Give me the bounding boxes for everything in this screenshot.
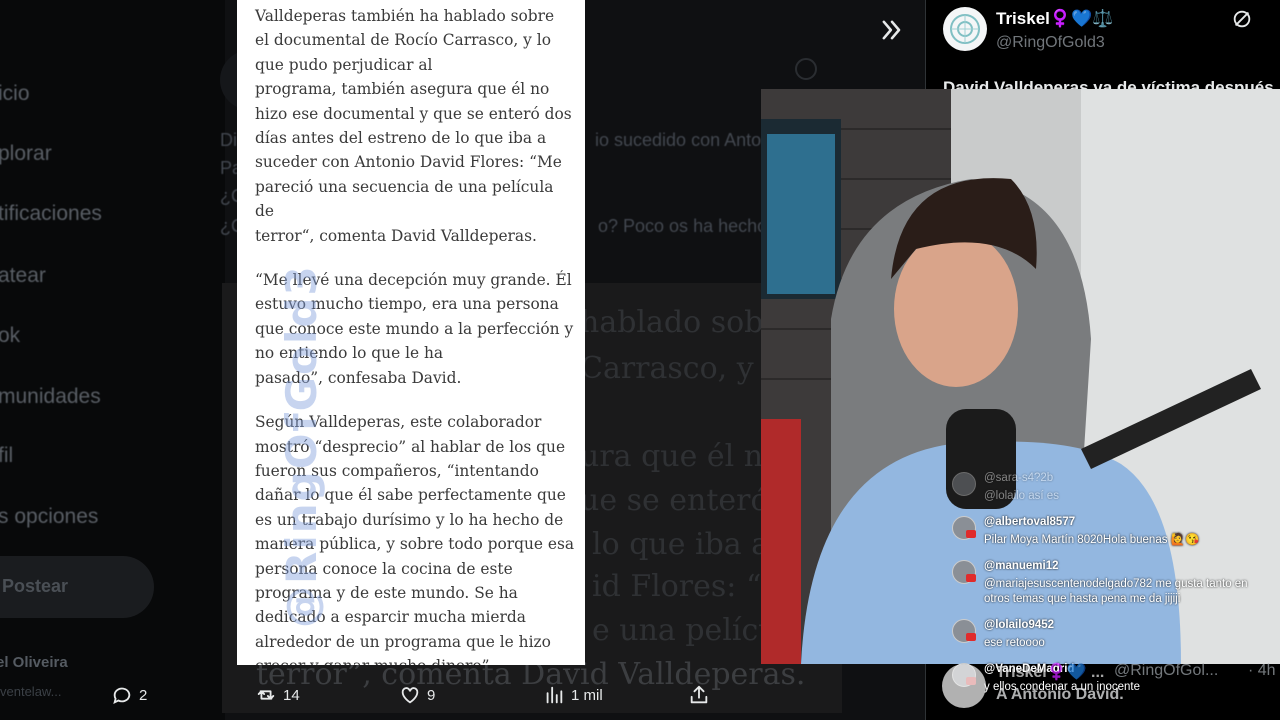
views-button[interactable]: 1 mil <box>543 682 603 708</box>
views-count: 1 mil <box>571 686 603 704</box>
feed-line: io sucedido con Anto <box>595 130 762 150</box>
share-icon <box>690 685 708 704</box>
youtube-icon <box>966 574 976 582</box>
like-button[interactable]: 9 <box>399 682 435 708</box>
article-card: Valldeperas también ha hablado sobre el … <box>237 0 585 665</box>
chat-avatar <box>952 472 976 496</box>
author-name-text: Triskel <box>996 9 1050 28</box>
chat-text: @mariajesuscentenodelgado782 me gusta ta… <box>984 578 1248 605</box>
reply-count: 2 <box>139 686 148 704</box>
heart-icon <box>401 687 419 704</box>
chat-username: @lolailo9452 <box>984 619 1055 631</box>
avatar[interactable] <box>943 7 987 51</box>
feed-line: Di <box>220 130 237 150</box>
chat-username: @albertoval8577 <box>984 516 1076 528</box>
repost-button[interactable]: 14 <box>255 682 300 708</box>
chat-username: @sara-s4?2b <box>984 472 1054 484</box>
image-text: lo que iba a <box>592 527 770 562</box>
sidebar-item-more[interactable]: s opciones <box>0 505 98 529</box>
sidebar-user-handle: ventelaw... <box>0 684 62 699</box>
sidebar-item-notifications[interactable]: tificaciones <box>0 202 102 226</box>
sidebar-user-name[interactable]: el Oliveira <box>0 654 68 671</box>
reply-button[interactable]: 2 <box>111 682 147 708</box>
chat-username: @manuemi12 <box>984 560 1059 572</box>
repost-icon <box>257 690 275 700</box>
reply-author-name[interactable]: Triskel♀️💙 ... <box>996 662 1104 682</box>
image-text: Carrasco, y lo <box>580 351 791 386</box>
reply-author-handle: @RingOfGol... <box>1114 662 1219 679</box>
reply-post[interactable]: Triskel♀️💙 ... @RingOfGol... · 4h A Anto… <box>942 662 1280 720</box>
double-chevron-right-icon[interactable] <box>878 16 906 44</box>
reply-icon <box>113 687 131 705</box>
sidebar-item-profile[interactable]: fil <box>0 444 13 468</box>
author-emoji: ♀️💙⚖️ <box>1049 9 1114 28</box>
youtube-icon <box>966 530 976 538</box>
avatar[interactable] <box>942 664 986 708</box>
chat-text: @lolailo así es <box>984 490 1059 502</box>
chat-text: Pilar Moya Martín 8020Hola buenas 🙋😘 <box>984 534 1200 546</box>
bar-chart-icon <box>546 686 563 704</box>
grok-icon[interactable] <box>1231 8 1253 30</box>
sidebar-item-explore[interactable]: plorar <box>0 142 52 166</box>
image-text: ura que él no <box>580 439 782 474</box>
repost-count: 14 <box>283 686 300 704</box>
post-button[interactable]: Postear <box>0 556 154 618</box>
sidebar-item-home[interactable]: icio <box>0 82 30 106</box>
image-text: hablado sobr <box>580 305 778 340</box>
reply-text: A Antonio David. <box>996 686 1124 703</box>
author-handle[interactable]: @RingOfGold3 <box>996 34 1105 52</box>
post-button-label: Postear <box>2 576 69 596</box>
sidebar-item-chat[interactable]: atear <box>0 264 46 288</box>
sidebar-item-grok[interactable]: ok <box>0 324 20 348</box>
triskel-logo-icon <box>950 14 980 44</box>
reply-timestamp[interactable]: · 4h <box>1248 662 1276 680</box>
feed-line: o? Poco os ha hecho <box>598 216 768 236</box>
author-name[interactable]: Triskel♀️💙⚖️ <box>996 9 1113 29</box>
youtube-icon <box>966 633 976 641</box>
like-count: 9 <box>427 686 436 704</box>
share-button[interactable] <box>688 682 710 708</box>
chat-text: ese retoooo <box>984 637 1045 649</box>
watermark: @RingOfGold3 <box>277 264 326 628</box>
sidebar: icio plorar tificaciones atear ok munida… <box>0 0 225 720</box>
grok-icon[interactable] <box>795 58 817 80</box>
sidebar-item-communities[interactable]: munidades <box>0 385 101 409</box>
